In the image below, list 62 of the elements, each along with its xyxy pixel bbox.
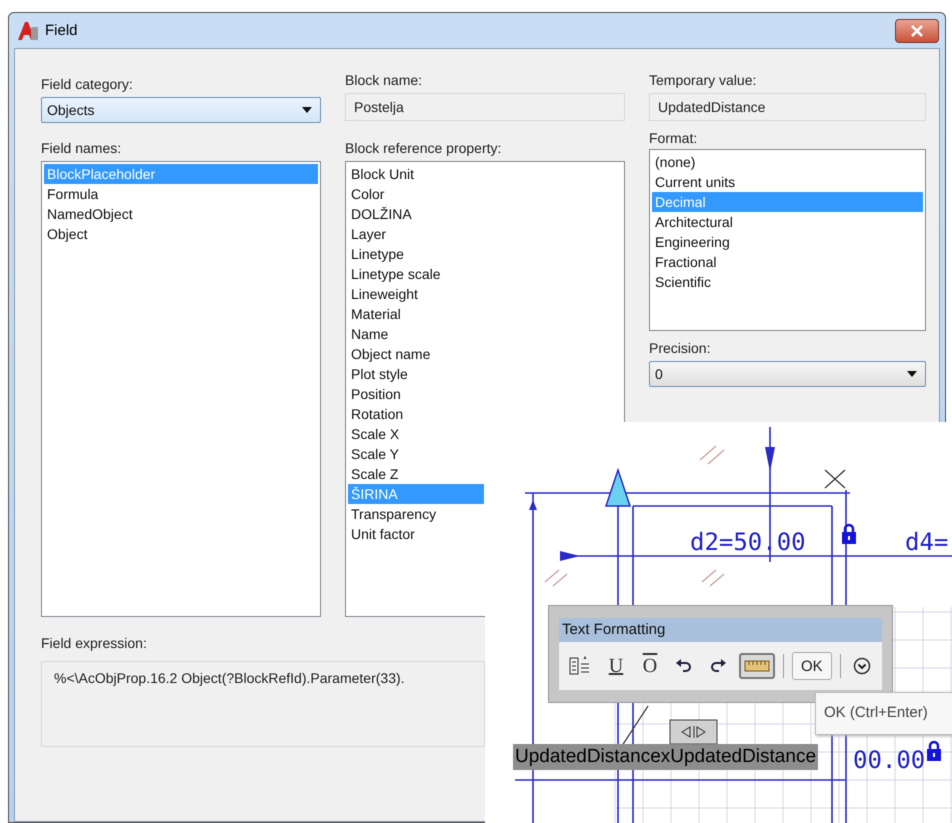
- list-item[interactable]: Transparency: [348, 504, 484, 524]
- undo-icon: [675, 659, 693, 673]
- list-item[interactable]: Scale X: [348, 424, 484, 444]
- app-logo-icon: [17, 20, 39, 40]
- triangle-grip-icon[interactable]: [604, 468, 632, 507]
- list-item[interactable]: Scientific: [652, 272, 923, 292]
- precision-dropdown[interactable]: 0: [649, 361, 926, 387]
- tooltip: OK (Ctrl+Enter): [815, 692, 952, 735]
- window-title: Field: [45, 22, 79, 39]
- list-item[interactable]: Material: [348, 304, 484, 324]
- expression-field: %<\AcObjProp.16.2 Object(?BlockRefId).Parameter(33).: [41, 661, 485, 747]
- list-item[interactable]: Object: [44, 224, 318, 244]
- list-item[interactable]: Layer: [348, 224, 484, 244]
- ruler-icon: [744, 660, 770, 672]
- field-label: Block reference property:: [345, 139, 502, 157]
- grip-arrows-icon: [670, 720, 718, 744]
- ok-button[interactable]: OK: [792, 652, 832, 680]
- list-item[interactable]: Position: [348, 384, 484, 404]
- temporary-value-field: UpdatedDistance: [649, 93, 926, 121]
- list-item[interactable]: Object name: [348, 344, 484, 364]
- toolbar-title: Text Formatting: [559, 618, 882, 642]
- list-item[interactable]: Linetype: [348, 244, 484, 264]
- list-item[interactable]: Scale Y: [348, 444, 484, 464]
- list-item[interactable]: Linetype scale: [348, 264, 484, 284]
- list-item[interactable]: Unit factor: [348, 524, 484, 544]
- list-item[interactable]: Name: [348, 324, 484, 344]
- close-button[interactable]: [895, 18, 939, 42]
- underline-button[interactable]: U: [603, 653, 629, 679]
- field-label: Temporary value:: [649, 71, 758, 89]
- list-item[interactable]: DOLŽINA: [348, 204, 484, 224]
- list-item[interactable]: Fractional: [652, 252, 923, 272]
- dimension-label: 00.00: [853, 747, 926, 773]
- list-item[interactable]: Scale Z: [348, 464, 484, 484]
- block-name-field: Postelja: [345, 93, 625, 121]
- field-label: Field expression:: [41, 634, 148, 652]
- list-item[interactable]: Plot style: [348, 364, 484, 384]
- list-item[interactable]: (none): [652, 152, 923, 172]
- stack-icon: [569, 656, 591, 676]
- close-icon: [910, 24, 924, 36]
- list-item[interactable]: Engineering: [652, 232, 923, 252]
- list-item[interactable]: Block Unit: [348, 164, 484, 184]
- list-item[interactable]: Rotation: [348, 404, 484, 424]
- edit-text[interactable]: UpdatedDistancexUpdatedDistance: [513, 744, 818, 770]
- field-label: Format:: [649, 129, 698, 147]
- field-label: Field category:: [41, 75, 134, 93]
- list-item[interactable]: Formula: [44, 184, 318, 204]
- redo-icon: [709, 659, 727, 673]
- list-item[interactable]: Color: [348, 184, 484, 204]
- list-item[interactable]: NamedObject: [44, 204, 318, 224]
- field-label: Block name:: [345, 71, 424, 89]
- list-item[interactable]: Current units: [652, 172, 923, 192]
- list-item[interactable]: Lineweight: [348, 284, 484, 304]
- dropdown-arrow-icon: [302, 107, 312, 113]
- ruler-button[interactable]: [739, 653, 775, 679]
- list-item[interactable]: Architectural: [652, 212, 923, 232]
- field-label: Field names:: [41, 139, 122, 157]
- category-dropdown[interactable]: Objects: [41, 97, 321, 123]
- overline-button[interactable]: O: [637, 653, 663, 679]
- chevron-down-icon: [852, 657, 871, 675]
- dropdown-arrow-icon: [907, 371, 917, 377]
- field-label: Precision:: [649, 339, 712, 357]
- dimension-label: d4=: [905, 529, 948, 555]
